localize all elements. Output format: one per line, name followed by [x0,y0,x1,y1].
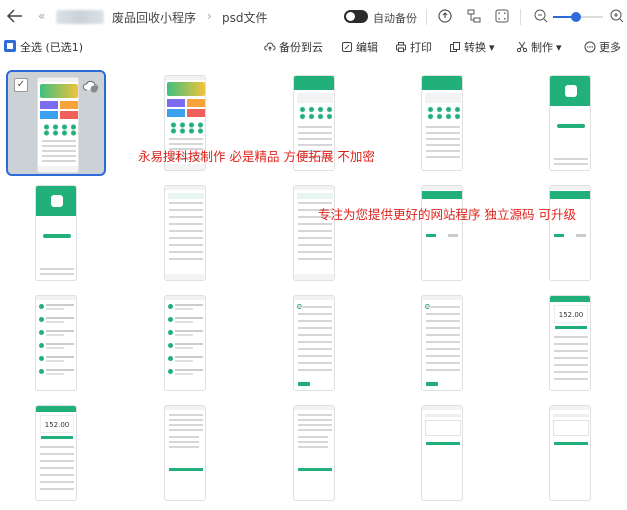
select-all-checkbox[interactable] [4,40,16,52]
breadcrumb-prev[interactable]: « [38,9,45,23]
thumbnail-preview-image [549,75,591,171]
thumbnail-item[interactable] [135,180,235,286]
thumbnail-preview-image [164,295,206,391]
thumbnail-item[interactable] [135,290,235,396]
structure-icon[interactable] [466,8,482,24]
thumbnail-preview-image [35,295,77,391]
thumbnail-item[interactable] [264,290,364,396]
thumbnail-preview-image: 152.00 [35,405,77,501]
top-toolbar: « 废品回收小程序 › psd文件 自动备份 [0,0,627,34]
thumbnail-preview-image [421,295,463,391]
convert-label: 转换 [464,41,486,54]
watermark-text: 永易搜科技制作 必是精品 方便拓展 不加密 [138,149,375,164]
more-button[interactable]: 更多 [584,39,621,55]
more-icon [584,41,596,53]
thumbnail-preview-image [35,185,77,281]
make-button[interactable]: 制作 ▾ [516,39,562,55]
thumbnail-item[interactable] [520,400,620,506]
zoom-out-icon[interactable] [533,8,549,24]
cloud-upload-icon [264,42,276,51]
select-all-label[interactable]: 全选 (已选1) [20,39,83,55]
convert-button[interactable]: 转换 ▾ [449,39,495,55]
make-label: 制作 [531,41,553,54]
zoom-in-icon[interactable] [609,8,625,24]
thumbnail-preview-image [421,185,463,281]
action-bar: 全选 (已选1) 备份到云 编辑 打印 转换 ▾ 制作 ▾ 更多 [0,34,627,58]
backup-button[interactable]: 备份到云 [264,39,323,55]
more-label: 更多 [599,41,621,54]
thumbnail-item[interactable]: ✓ [6,70,106,176]
thumbnail-preview-image [164,185,206,281]
thumbnail-preview-image [421,75,463,171]
auto-backup-toggle[interactable] [344,10,368,23]
print-button[interactable]: 打印 [395,39,432,55]
thumbnail-item[interactable] [392,290,492,396]
thumbnail-preview-image [293,405,335,501]
thumbnail-preview-image [549,405,591,501]
watermark-text: 专注为您提供更好的网站程序 独立源码 可升级 [318,207,576,222]
back-arrow-icon[interactable] [5,6,25,26]
zoom-slider-knob[interactable] [570,12,581,22]
dropdown-caret-icon: ▾ [556,40,562,54]
fit-screen-icon[interactable] [494,8,510,24]
cloud-icon[interactable] [437,8,453,24]
edit-label: 编辑 [356,41,378,54]
divider [426,9,427,25]
thumbnail-item[interactable] [264,400,364,506]
thumbnail-item[interactable] [6,180,106,286]
thumbnail-item[interactable] [392,400,492,506]
thumbnail-item[interactable] [392,180,492,286]
thumbnail-item[interactable] [520,70,620,176]
print-label: 打印 [410,41,432,54]
thumbnail-item[interactable] [6,290,106,396]
thumbnail-preview-image [293,185,335,281]
thumbnail-preview-image [421,405,463,501]
printer-icon [396,42,406,52]
thumbnail-item[interactable] [392,70,492,176]
cloud-sync-icon[interactable] [82,77,100,95]
thumbnail-item[interactable] [264,180,364,286]
thumbnail-item[interactable] [135,400,235,506]
thumbnail-preview-image: 152.00 [549,295,591,391]
backup-label: 备份到云 [279,41,323,54]
thumbnail-preview-image [549,185,591,281]
breadcrumb-folder[interactable]: 废品回收小程序 [112,9,196,26]
zoom-slider[interactable] [553,12,603,22]
edit-button[interactable]: 编辑 [341,39,378,55]
edit-icon [342,42,352,52]
breadcrumb-current: psd文件 [222,11,268,25]
dropdown-caret-icon: ▾ [489,40,495,54]
thumbnail-item[interactable]: 152.00 [6,400,106,506]
breadcrumb-separator: › [207,9,212,23]
blurred-path-segment [56,10,104,24]
wallet-amount: 152.00 [40,415,74,433]
wallet-amount: 152.00 [554,305,588,323]
thumbnail-preview-image [164,405,206,501]
auto-backup-label: 自动备份 [373,12,417,25]
thumbnail-preview-image [293,295,335,391]
scissors-icon [516,41,528,53]
convert-icon [450,42,460,52]
thumbnail-item[interactable] [520,180,620,286]
thumbnail-item[interactable]: 152.00 [520,290,620,396]
thumbnail-preview-image [37,77,79,173]
divider [520,9,521,25]
item-checkbox[interactable]: ✓ [14,78,28,92]
